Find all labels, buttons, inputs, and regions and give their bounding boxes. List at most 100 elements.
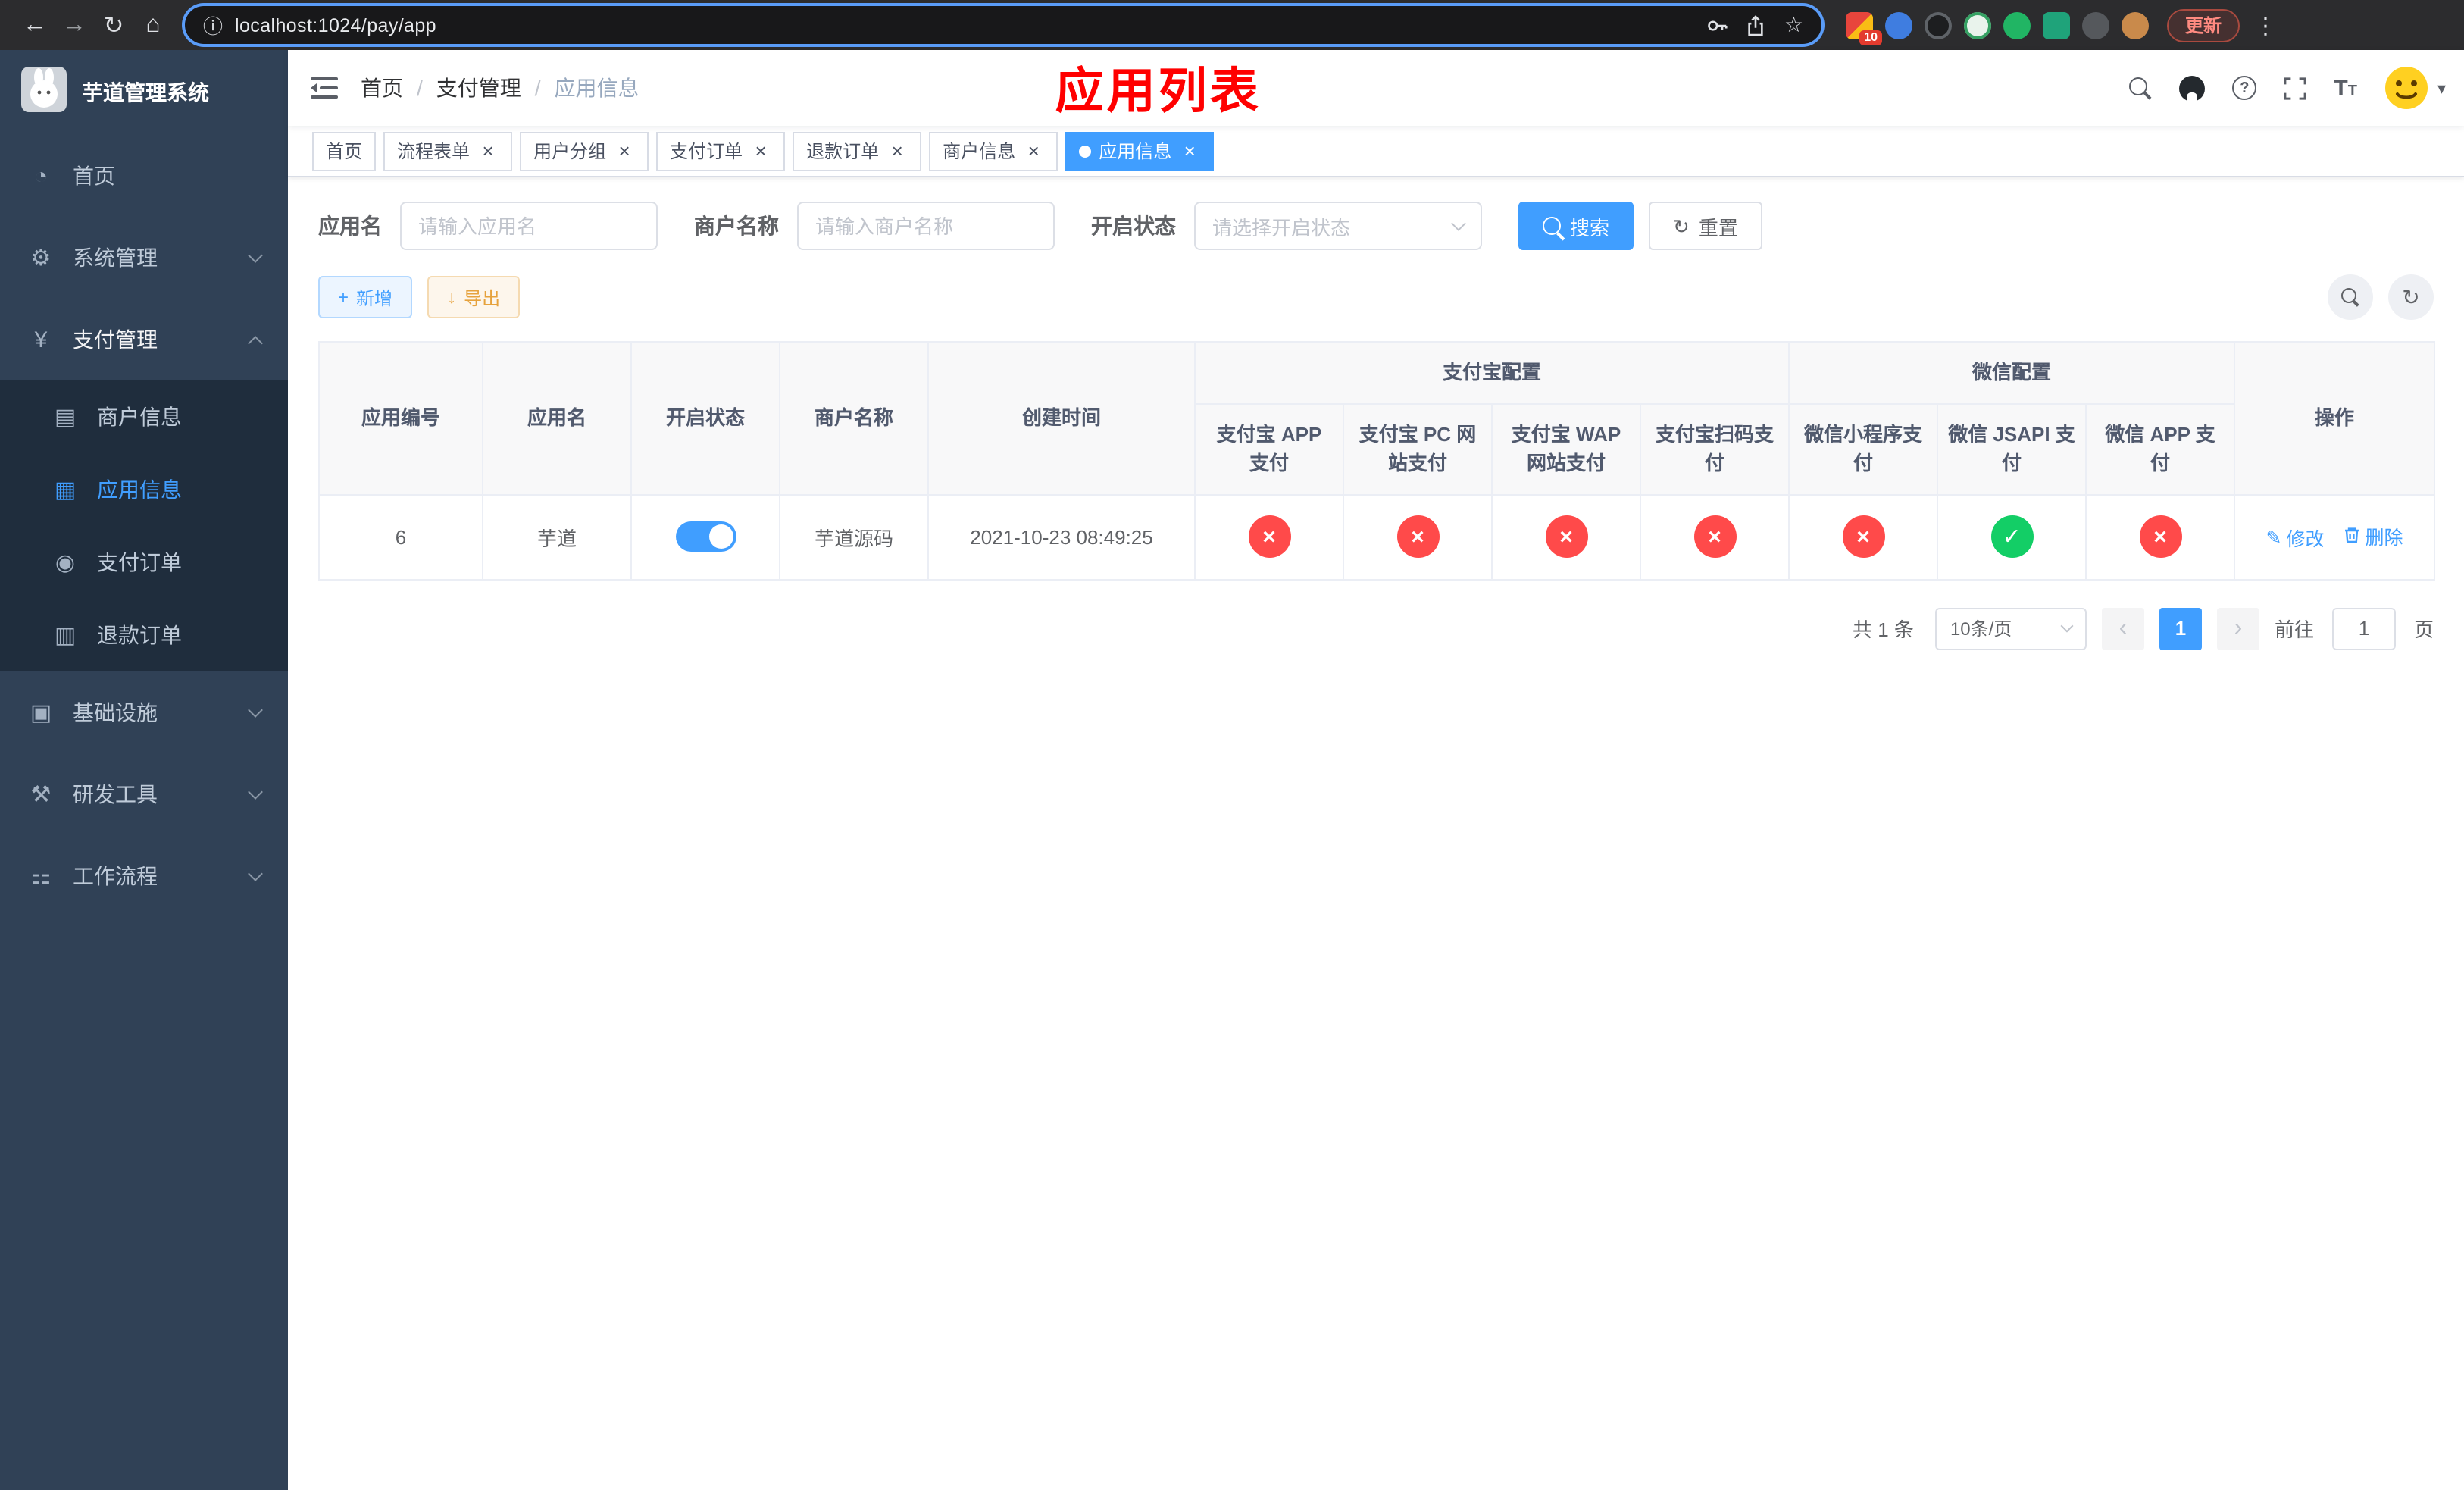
col-alipay-scan: 支付宝扫码支付	[1639, 402, 1790, 495]
sidebar-collapse-icon[interactable]	[288, 50, 361, 126]
close-icon[interactable]: ×	[1179, 140, 1200, 161]
browser-update-button[interactable]: 更新	[2167, 8, 2240, 42]
yen-icon: ¥	[34, 327, 48, 352]
merchant-name-input[interactable]	[797, 202, 1055, 250]
font-size-icon[interactable]: TT	[2334, 77, 2357, 99]
edit-pencil-icon: ✎	[2265, 527, 2282, 549]
tab-process-form[interactable]: 流程表单 ×	[383, 131, 513, 171]
current-page[interactable]: 1	[2159, 607, 2202, 650]
edit-link[interactable]: ✎ 修改	[2266, 524, 2325, 552]
delete-link[interactable]: 删除	[2343, 521, 2403, 550]
next-page-button[interactable]: ›	[2216, 607, 2259, 650]
page-size-value: 10条/页	[1950, 618, 2012, 640]
sidebar-item-pay-order[interactable]: ◉ 支付订单	[0, 526, 288, 599]
sidebar-item-workflow[interactable]: ⚏ 工作流程	[0, 835, 288, 917]
status-select[interactable]: 请选择开启状态	[1194, 202, 1482, 250]
forward-icon[interactable]: →	[55, 5, 94, 45]
close-icon[interactable]: ×	[1023, 140, 1044, 161]
reload-icon[interactable]: ↻	[94, 5, 133, 45]
page-suffix-label: 页	[2413, 618, 2434, 641]
bookmark-star-icon[interactable]: ☆	[1784, 12, 1803, 38]
tab-home[interactable]: 首页	[312, 131, 377, 171]
disabled-cross-icon: ×	[1396, 515, 1439, 558]
app-name-input[interactable]	[400, 202, 658, 250]
sidebar-menu: ◔ 首页 ⚙ 系统管理 ¥ 支付管理 ▤ 商户信息 ▦ 应用信息 ◉ 支付订单 …	[0, 135, 288, 917]
share-icon[interactable]	[1746, 14, 1766, 36]
fullscreen-icon[interactable]	[2284, 77, 2306, 99]
delete-label: 删除	[2365, 527, 2403, 549]
reset-button[interactable]: ↻ 重置	[1649, 202, 1762, 250]
tab-app-info[interactable]: 应用信息 ×	[1065, 131, 1215, 171]
password-key-icon[interactable]	[1707, 14, 1728, 36]
user-avatar[interactable]: ▾	[2384, 65, 2446, 111]
extension-icon-2[interactable]	[1885, 11, 1912, 39]
col-alipay-wap: 支付宝 WAP 网站支付	[1491, 402, 1641, 495]
sidebar-item-merchant-info[interactable]: ▤ 商户信息	[0, 380, 288, 453]
tab-refund-order[interactable]: 退款订单 ×	[793, 131, 922, 171]
sidebar-item-infrastructure[interactable]: ▣ 基础设施	[0, 671, 288, 753]
export-button[interactable]: ↓ 导出	[427, 276, 521, 318]
github-icon[interactable]	[2179, 75, 2206, 101]
sidebar-item-devtools[interactable]: ⚒ 研发工具	[0, 753, 288, 835]
main-header: 首页 / 支付管理 / 应用信息 应用列表 ? TT ▾	[288, 50, 2464, 126]
add-button[interactable]: + 新增	[318, 276, 413, 318]
page-size-select[interactable]: 10条/页	[1934, 607, 2087, 650]
goto-page-input[interactable]	[2331, 607, 2396, 650]
cell-merchant: 芋道源码	[779, 493, 929, 580]
reset-button-label: 重置	[1698, 216, 1738, 239]
enabled-check-icon: ✓	[1990, 515, 2034, 558]
page-title-annotation: 应用列表	[1055, 64, 1262, 118]
header-actions: ? TT ▾	[2129, 65, 2464, 111]
browser-menu-icon[interactable]: ⋮	[2252, 11, 2279, 39]
search-icon[interactable]	[2129, 77, 2152, 99]
tab-user-group[interactable]: 用户分组 ×	[520, 131, 649, 171]
prev-page-button[interactable]: ‹	[2101, 607, 2144, 650]
status-toggle[interactable]	[675, 521, 736, 552]
search-button[interactable]: 搜索	[1518, 202, 1634, 250]
extension-icon-6[interactable]	[2043, 11, 2070, 39]
tab-label: 首页	[326, 141, 363, 162]
extension-icon-5[interactable]	[2003, 11, 2031, 39]
status-label: 开启状态	[1091, 214, 1176, 238]
breadcrumb-separator: /	[417, 76, 423, 100]
search-icon	[2341, 288, 2359, 306]
logo[interactable]: 芋道管理系统	[0, 50, 288, 135]
extension-icon-8[interactable]	[2122, 11, 2149, 39]
close-icon[interactable]: ×	[886, 140, 908, 161]
sidebar-item-home[interactable]: ◔ 首页	[0, 135, 288, 217]
col-alipay-app: 支付宝 APP 支付	[1194, 402, 1344, 495]
home-icon[interactable]: ⌂	[133, 5, 173, 45]
pagination: 共 1 条 10条/页 ‹ 1 › 前往 页	[318, 607, 2434, 650]
sidebar-item-system[interactable]: ⚙ 系统管理	[0, 217, 288, 299]
site-info-icon[interactable]: ⓘ	[203, 11, 223, 39]
extension-icon-3[interactable]	[1925, 11, 1952, 39]
breadcrumb: 首页 / 支付管理 / 应用信息	[361, 73, 639, 103]
cell-app-name: 芋道	[482, 493, 632, 580]
back-icon[interactable]: ←	[15, 5, 55, 45]
sidebar-item-payment[interactable]: ¥ 支付管理	[0, 299, 288, 380]
close-icon[interactable]: ×	[477, 140, 499, 161]
url-text[interactable]: localhost:1024/pay/app	[235, 14, 436, 36]
close-icon[interactable]: ×	[614, 140, 635, 161]
disabled-cross-icon: ×	[2139, 515, 2182, 558]
extension-icon-4[interactable]	[1964, 11, 1991, 39]
cell-create-time: 2021-10-23 08:49:25	[927, 493, 1196, 580]
col-actions: 操作	[2234, 341, 2436, 495]
breadcrumb-home[interactable]: 首页	[361, 73, 403, 103]
address-bar[interactable]: ⓘ localhost:1024/pay/app ☆	[185, 6, 1821, 44]
toggle-search-button[interactable]	[2328, 274, 2373, 320]
app-grid-icon: ▦	[54, 477, 77, 503]
close-icon[interactable]: ×	[750, 140, 771, 161]
extensions-bar: 10	[1846, 11, 2149, 45]
breadcrumb-payment[interactable]: 支付管理	[436, 73, 521, 103]
group-wechat-config: 微信配置	[1788, 341, 2236, 404]
sidebar-item-refund-order[interactable]: ▥ 退款订单	[0, 599, 288, 671]
extension-icon-1[interactable]: 10	[1846, 11, 1882, 45]
sidebar-item-app-info[interactable]: ▦ 应用信息	[0, 453, 288, 526]
refresh-table-button[interactable]: ↻	[2388, 274, 2434, 320]
extension-icon-7[interactable]	[2082, 11, 2109, 39]
tab-merchant-info[interactable]: 商户信息 ×	[929, 131, 1058, 171]
tab-pay-order[interactable]: 支付订单 ×	[656, 131, 786, 171]
help-icon[interactable]: ?	[2232, 76, 2257, 100]
breadcrumb-current: 应用信息	[554, 76, 639, 100]
